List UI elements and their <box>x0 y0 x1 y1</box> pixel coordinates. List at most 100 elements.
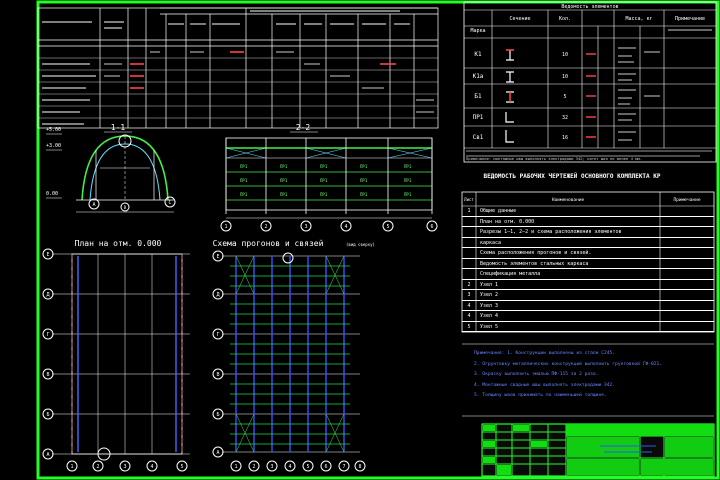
section-2-2-drawing: 2-2 ПР1 ПР1 ПР1 ПР1 ПР1 ПР1 ПР1 ПР1 ПР1 … <box>220 123 438 232</box>
drawings-list-row: Ведомость элементов стальных каркаса <box>462 259 714 269</box>
section-1-1-axis-b: B <box>124 205 127 210</box>
elements-table: Ведомость элементов Марка Сечение Кол. М… <box>463 1 717 163</box>
row-mark-4: ПР1 <box>473 114 484 121</box>
row-mark-2: К1а <box>473 73 484 80</box>
plan-row-axis-6: А <box>46 452 49 458</box>
note-line-5: 5. Толщину швов принимать по наименьшей … <box>474 393 607 398</box>
purlins-col-axis-8: 8 <box>358 464 361 470</box>
panel-label-row2-col3: ПР1 <box>320 178 328 183</box>
drawings-list-sheet: 4 <box>467 313 471 319</box>
list-header-name: Наименование <box>552 197 585 203</box>
drawings-list-sheet: 3 <box>467 292 471 298</box>
purlins-row-axis-1: Е <box>216 254 219 260</box>
purlins-row-axis-5: Б <box>216 412 219 418</box>
row-qty-4: 32 <box>562 115 568 121</box>
panel-label-row2-col1: ПР1 <box>240 178 248 183</box>
section-2-2-axis-3: 3 <box>304 224 307 230</box>
row-qty-3: 5 <box>563 94 566 100</box>
panel-label-row3-col2: ПР1 <box>280 192 288 197</box>
panel-label-row2-col2: ПР1 <box>280 178 288 183</box>
panel-label-row3-col1: ПР1 <box>240 192 248 197</box>
section-2-2-label: 2-2 <box>296 123 311 132</box>
purlins-col-axis-5: 5 <box>306 464 309 470</box>
panel-label-row2-col5: ПР1 <box>404 178 412 183</box>
list-header-note: Примечание <box>673 197 700 203</box>
plan-col-axis-2: 2 <box>96 464 99 470</box>
drawings-list-name: План на отм. 0.000 <box>480 218 535 225</box>
purlins-scheme-subtitle: (вид сверху) <box>346 242 375 247</box>
list-header-sheet: Лист <box>464 197 474 202</box>
plan-row-axis-5: Б <box>46 412 49 418</box>
row-qty-1: 10 <box>562 52 568 58</box>
purlins-scheme-title: Схема прогонов и связей <box>213 239 324 248</box>
drawings-list-row: 1 Общие данные <box>462 206 714 217</box>
panel-label-row3-col5: ПР1 <box>404 192 412 197</box>
panel-label-row3-col3: ПР1 <box>320 192 328 197</box>
footnote: Примечание: монтажные швы выполнять элек… <box>466 156 643 161</box>
drawings-list-row: План на отм. 0.000 <box>462 217 714 227</box>
drawings-list-sheet: 2 <box>467 281 471 288</box>
section-1-1-drawing: 1-1 +5.00 +3.00 0.00 A B C <box>46 123 176 213</box>
drawings-list-sheet: 1 <box>467 208 471 214</box>
drawings-list-sheet: 4 <box>467 302 471 309</box>
purlins-col-axis-1: 1 <box>234 464 237 470</box>
purlins-row-axis-4: В <box>216 372 219 378</box>
plan-row-axis-2: Д <box>46 292 49 298</box>
drawings-list-title: ВЕДОМОСТЬ РАБОЧИХ ЧЕРТЕЖЕЙ ОСНОВНОГО КОМ… <box>483 172 660 180</box>
panel-label-row1-col5: ПР1 <box>404 164 412 169</box>
section-2-2-axis-4: 4 <box>344 224 347 230</box>
plan-row-axis-1: Е <box>46 252 49 258</box>
drawings-list-name: Ведомость элементов стальных каркаса <box>480 260 589 267</box>
section-2-2-axis-1: 1 <box>224 224 227 230</box>
drawings-list-row: Разрезы 1—1, 2—2 и схема расположения эл… <box>462 227 714 238</box>
drawings-list-name: Узел 1 <box>480 281 499 288</box>
drawings-list-name: Общие данные <box>480 208 517 214</box>
plan-col-axis-5: 5 <box>180 464 183 470</box>
purlins-col-axis-6: 6 <box>324 464 327 470</box>
title-block <box>481 423 715 477</box>
elements-table-title: Ведомость элементов <box>561 4 618 10</box>
purlins-row-axis-6: А <box>216 450 219 456</box>
row-mark-1: К1 <box>474 51 482 58</box>
row-mark-5: Св1 <box>473 134 484 141</box>
drawings-list-row: 4 Узел 4 <box>462 311 714 322</box>
purlins-scheme-drawing: Схема прогонов и связей (вид сверху) Е Д… <box>212 239 375 472</box>
row-qty-5: 16 <box>562 135 568 141</box>
section-1-1-axis-c: C <box>168 200 171 206</box>
drawings-list-name: Спецификация металла <box>480 271 541 277</box>
plan-title: План на отм. 0.000 <box>75 239 162 248</box>
section-1-1-label: 1-1 <box>111 123 126 132</box>
panel-label-row1-col4: ПР1 <box>360 164 368 169</box>
purlins-col-axis-3: 3 <box>270 464 273 470</box>
col-header-mark: Марка <box>470 28 485 34</box>
panel-label-row3-col4: ПР1 <box>360 192 368 197</box>
note-line-2: 2. Огрунтовку металлических конструкций … <box>474 361 663 367</box>
drawings-list-name: Узел 4 <box>480 313 499 319</box>
plan-drawing: План на отм. 0.000 Е Д Г В Б А 1 2 3 4 5 <box>42 239 190 472</box>
panel-label-row1-col1: ПР1 <box>240 164 248 169</box>
plan-col-axis-3: 3 <box>123 464 126 470</box>
notes-text: Примечания: 1. Конструкции выполнены из … <box>474 349 710 402</box>
drawings-list-sheet: 5 <box>467 323 471 330</box>
note-line-1: Примечания: 1. Конструкции выполнены из … <box>474 351 616 356</box>
col-header-mass: Масса, кг <box>625 16 652 22</box>
purlins-col-axis-7: 7 <box>342 464 345 470</box>
drawings-list-name: Узел 2 <box>480 292 499 298</box>
col-header-section: Сечение <box>509 16 530 22</box>
elevation-low: 0.00 <box>46 191 58 197</box>
elevation-top: +5.00 <box>46 127 61 133</box>
purlins-row-axis-2: Д <box>216 292 219 298</box>
row-qty-2: 10 <box>562 74 568 80</box>
panel-label-row1-col3: ПР1 <box>320 164 328 169</box>
purlins-row-axis-3: Г <box>216 332 219 338</box>
plan-row-axis-3: Г <box>46 332 49 338</box>
drawings-list-name: Разрезы 1—1, 2—2 и схема расположения эл… <box>480 229 622 235</box>
panel-label-row2-col4: ПР1 <box>360 178 368 183</box>
panel-label-row1-col2: ПР1 <box>280 164 288 169</box>
drawings-list-name: Узел 5 <box>480 323 499 330</box>
drawings-list-row: Схема расположения прогонов и связей. <box>462 248 714 259</box>
section-1-1-axis-a: A <box>92 202 95 208</box>
col-header-note: Примечание <box>675 16 705 22</box>
plan-row-axis-4: В <box>46 372 49 378</box>
elevation-mid: +3.00 <box>46 143 61 149</box>
